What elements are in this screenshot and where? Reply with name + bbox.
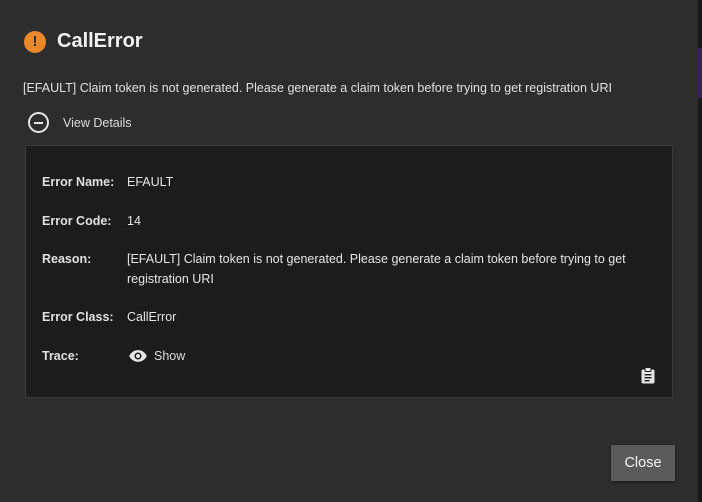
detail-row-error-name: Error Name: EFAULT: [42, 175, 173, 192]
trace-label: Trace:: [42, 349, 79, 363]
error-name-label: Error Name:: [42, 175, 115, 189]
error-code-value: 14: [127, 214, 141, 228]
minus-circle-icon: [28, 112, 49, 133]
error-name-value: EFAULT: [127, 175, 174, 189]
detail-row-error-code: Error Code: 14: [42, 214, 141, 231]
clipboard-icon[interactable]: [640, 367, 656, 384]
show-trace-label: Show: [154, 349, 186, 363]
error-dialog: ! CallError [EFAULT] Claim token is not …: [0, 0, 698, 502]
warning-circle-icon: !: [24, 30, 46, 53]
error-code-label: Error Code:: [42, 214, 112, 228]
close-button[interactable]: Close: [611, 445, 675, 481]
view-details-toggle[interactable]: View Details: [28, 112, 132, 133]
dialog-header: ! CallError: [24, 30, 143, 53]
reason-label: Reason:: [42, 252, 92, 266]
show-trace-button[interactable]: Show: [127, 346, 185, 366]
error-class-value: CallError: [127, 310, 177, 324]
view-details-label: View Details: [63, 115, 132, 130]
detail-row-error-class: Error Class: CallError: [42, 310, 176, 327]
error-message: [EFAULT] Claim token is not generated. P…: [23, 81, 612, 95]
detail-row-reason: Reason: [EFAULT] Claim token is not gene…: [42, 252, 627, 289]
reason-value: [EFAULT] Claim token is not generated. P…: [127, 252, 626, 286]
error-details-panel: Error Name: EFAULT Error Code: 14 Reason…: [25, 145, 673, 398]
error-class-label: Error Class:: [42, 310, 114, 324]
eye-icon: [129, 350, 147, 362]
background-accent: [698, 48, 702, 98]
dialog-title: CallError: [57, 30, 143, 52]
detail-row-trace: Trace: Show: [42, 349, 185, 366]
